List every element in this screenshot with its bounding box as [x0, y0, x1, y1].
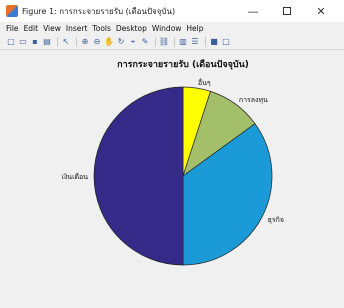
window-titlebar: Figure 1: การกระจายรายรับ (เดือนปัจจุบัน… — [0, 0, 344, 22]
zoom-in-icon[interactable]: ⊕ — [80, 37, 90, 47]
toolbar-separator — [155, 37, 156, 47]
toolbar-separator — [205, 37, 206, 47]
toolbar-separator — [76, 37, 77, 47]
print-icon[interactable]: ▤ — [42, 37, 52, 47]
pie-label-2: ธุรกิจ — [268, 216, 284, 224]
minimize-icon: — — [247, 4, 259, 18]
close-button[interactable]: ✕ — [304, 0, 338, 22]
colorbar-icon[interactable]: ▥ — [178, 37, 188, 47]
save-icon[interactable]: ▪ — [30, 37, 40, 47]
pan-icon[interactable]: ✋ — [104, 37, 114, 47]
rotate-icon[interactable]: ↻ — [116, 37, 126, 47]
minimize-button[interactable]: — — [236, 0, 270, 22]
show-plot-tools-icon[interactable]: □ — [221, 37, 231, 47]
menu-file[interactable]: File — [6, 24, 19, 33]
pie-slice-3 — [93, 86, 184, 266]
pie-label-1: การลงทุน — [239, 96, 268, 104]
matlab-figure-icon — [6, 5, 18, 17]
menu-edit[interactable]: Edit — [24, 24, 39, 33]
menu-bar: File Edit View Insert Tools Desktop Wind… — [0, 22, 344, 35]
link-icon[interactable]: ⛓ — [159, 37, 169, 47]
pie-label-3: เงินเดือน — [61, 173, 88, 181]
pointer-icon[interactable]: ↖ — [61, 37, 71, 47]
menu-view[interactable]: View — [43, 24, 61, 33]
menu-tools[interactable]: Tools — [92, 24, 110, 33]
chart-title: การกระจายรายรับ (เดือนปัจจุบัน) — [117, 58, 249, 70]
maximize-button[interactable] — [270, 0, 304, 22]
zoom-out-icon[interactable]: ⊖ — [92, 37, 102, 47]
menu-help[interactable]: Help — [186, 24, 203, 33]
data-cursor-icon[interactable]: ⌖ — [128, 37, 138, 47]
maximize-icon — [283, 7, 291, 15]
menu-insert[interactable]: Insert — [66, 24, 88, 33]
menu-desktop[interactable]: Desktop — [116, 24, 147, 33]
menu-window[interactable]: Window — [152, 24, 182, 33]
close-icon: ✕ — [316, 4, 326, 18]
hide-plot-tools-icon[interactable]: ■ — [209, 37, 219, 47]
toolbar-separator — [174, 37, 175, 47]
pie-slices — [93, 86, 273, 266]
pie-label-0: อื่นๆ — [198, 78, 211, 87]
figure-toolbar: ▢ ▭ ▪ ▤ ↖ ⊕ ⊖ ✋ ↻ ⌖ ✎ ⛓ ▥ ☰ ■ □ — [0, 35, 344, 50]
legend-icon[interactable]: ☰ — [190, 37, 200, 47]
figure-canvas: การกระจายรายรับ (เดือนปัจจุบัน) อื่นๆการ… — [0, 51, 344, 308]
pie-chart: การกระจายรายรับ (เดือนปัจจุบัน) อื่นๆการ… — [61, 58, 284, 266]
new-figure-icon[interactable]: ▢ — [6, 37, 16, 47]
open-file-icon[interactable]: ▭ — [18, 37, 28, 47]
toolbar-separator — [57, 37, 58, 47]
brush-icon[interactable]: ✎ — [140, 37, 150, 47]
window-title: Figure 1: การกระจายรายรับ (เดือนปัจจุบัน… — [22, 6, 176, 16]
